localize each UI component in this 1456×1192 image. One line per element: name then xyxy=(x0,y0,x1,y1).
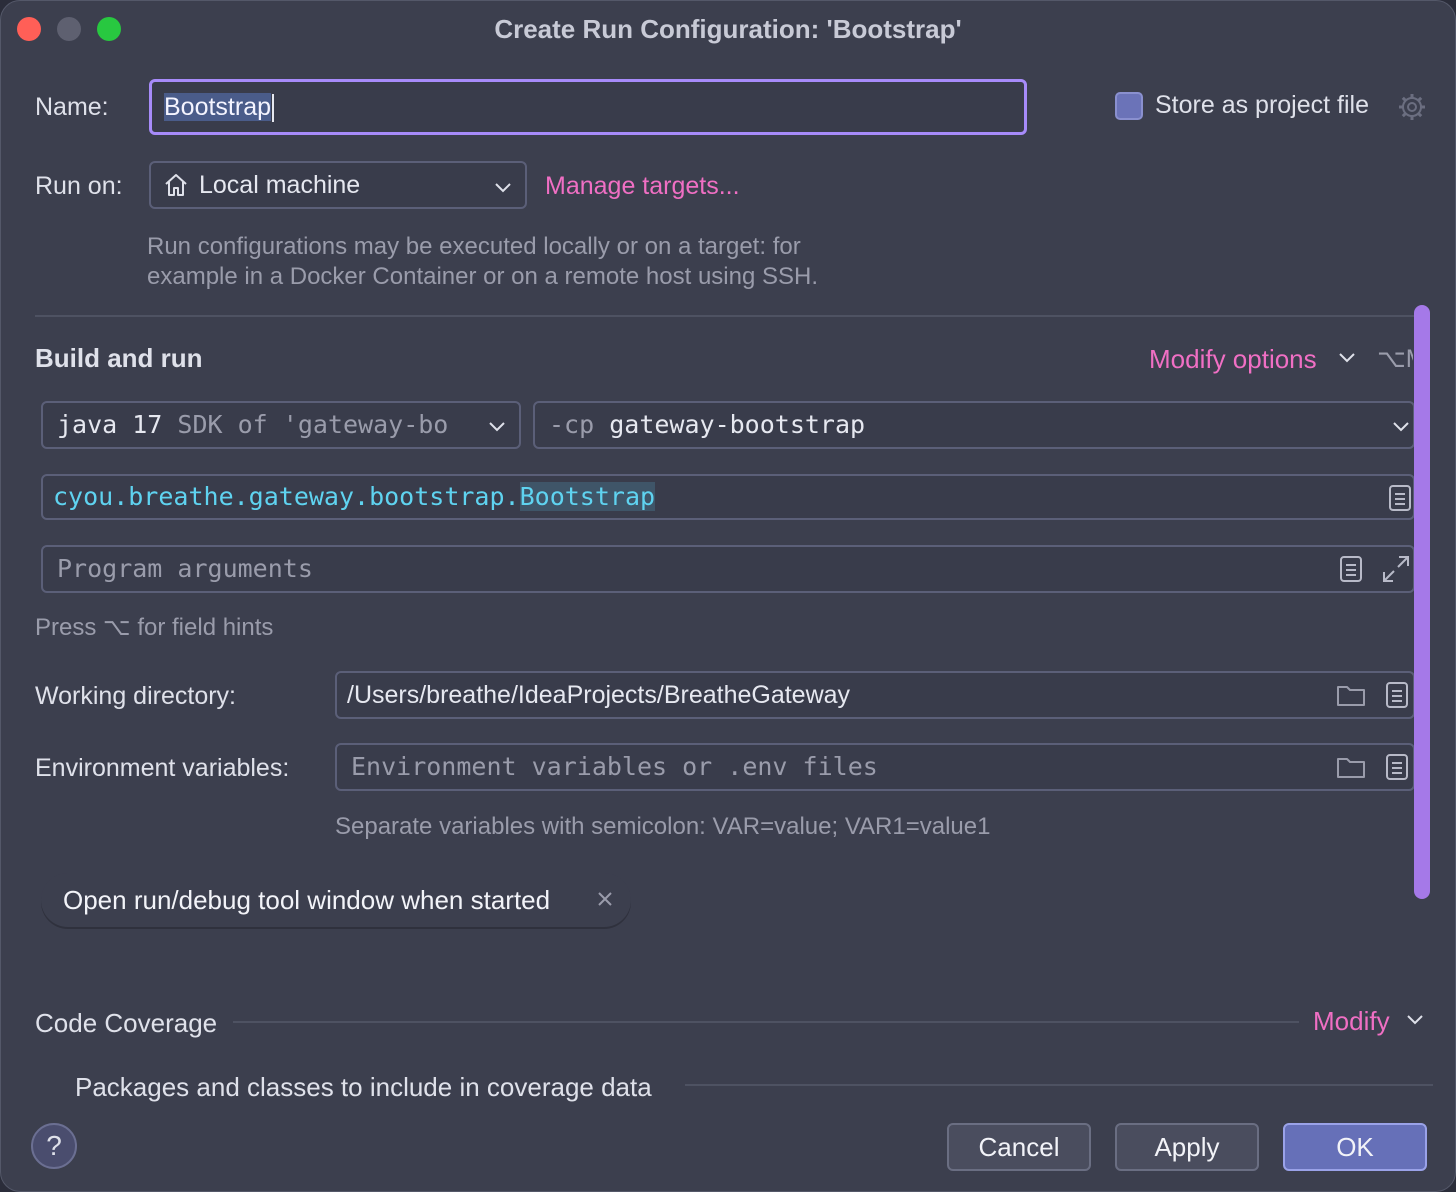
folder-icon[interactable] xyxy=(1336,755,1366,779)
list-icon[interactable] xyxy=(1340,556,1362,582)
working-directory-input[interactable]: /Users/breathe/IdeaProjects/BreatheGatew… xyxy=(335,671,1415,719)
build-and-run-title: Build and run xyxy=(35,343,203,373)
field-hints-text: Press ⌥ for field hints xyxy=(35,614,274,641)
manage-targets-link[interactable]: Manage targets... xyxy=(545,172,740,201)
cancel-button[interactable]: Cancel xyxy=(947,1123,1091,1171)
program-arguments-placeholder: Program arguments xyxy=(57,554,313,583)
window-title: Create Run Configuration: 'Bootstrap' xyxy=(494,14,962,44)
gear-icon[interactable] xyxy=(1397,92,1427,122)
list-icon[interactable] xyxy=(1389,485,1411,511)
main-class-package: cyou.breathe.gateway.bootstrap. xyxy=(53,482,520,511)
scrollbar[interactable] xyxy=(1414,305,1430,899)
classpath-dropdown[interactable]: -cp gateway-bootstrap xyxy=(533,401,1415,449)
name-input-value: Bootstrap xyxy=(164,93,272,121)
section-divider xyxy=(35,315,1415,317)
store-as-project-file-label: Store as project file xyxy=(1155,91,1369,119)
environment-variables-input[interactable]: Environment variables or .env files xyxy=(335,743,1415,791)
text-caret xyxy=(272,94,275,123)
working-directory-label: Working directory: xyxy=(35,682,236,710)
environment-variables-placeholder: Environment variables or .env files xyxy=(351,752,878,781)
code-coverage-title: Code Coverage xyxy=(35,1008,218,1038)
chevron-down-icon xyxy=(1393,422,1409,432)
name-label: Name: xyxy=(35,93,109,121)
environment-variables-hint: Separate variables with semicolon: VAR=v… xyxy=(335,813,991,840)
list-icon[interactable] xyxy=(1386,754,1408,780)
run-on-hint-line2: example in a Docker Container or on a re… xyxy=(147,263,819,290)
modify-options-link[interactable]: Modify options xyxy=(1149,344,1317,375)
folder-icon[interactable] xyxy=(1336,683,1366,707)
code-coverage-modify-link[interactable]: Modify xyxy=(1313,1006,1390,1037)
jdk-version: java 17 xyxy=(57,410,163,439)
classpath-module: gateway-bootstrap xyxy=(609,410,866,439)
name-input[interactable]: Bootstrap xyxy=(149,79,1027,135)
apply-button[interactable]: Apply xyxy=(1115,1123,1259,1171)
run-on-label: Run on: xyxy=(35,172,123,200)
close-icon[interactable] xyxy=(595,889,615,909)
jdk-description: SDK of 'gateway-bo xyxy=(177,410,449,439)
expand-icon[interactable] xyxy=(1381,554,1411,584)
program-arguments-input[interactable]: Program arguments xyxy=(41,545,1415,593)
main-class-name: Bootstrap xyxy=(519,482,656,511)
modify-options-shortcut: ⌥M xyxy=(1377,345,1413,373)
environment-variables-label: Environment variables: xyxy=(35,754,290,782)
coverage-packages-divider xyxy=(685,1084,1433,1086)
run-on-hint-line1: Run configurations may be executed local… xyxy=(147,233,801,260)
chevron-down-icon xyxy=(1339,353,1355,363)
code-coverage-divider xyxy=(233,1021,1299,1023)
working-directory-value: /Users/breathe/IdeaProjects/BreatheGatew… xyxy=(347,681,851,709)
home-icon xyxy=(165,174,187,196)
run-configuration-dialog: Create Run Configuration: 'Bootstrap' Na… xyxy=(0,0,1456,1192)
coverage-packages-label: Packages and classes to include in cover… xyxy=(75,1072,652,1102)
classpath-flag: -cp xyxy=(549,410,595,439)
title-bar: Create Run Configuration: 'Bootstrap' xyxy=(1,1,1455,57)
help-button[interactable]: ? xyxy=(31,1123,77,1169)
open-tool-window-label: Open run/debug tool window when started xyxy=(63,885,551,915)
list-icon[interactable] xyxy=(1386,682,1408,708)
store-as-project-file-checkbox[interactable] xyxy=(1115,92,1143,120)
run-on-dropdown[interactable]: Local machine xyxy=(149,161,527,209)
jdk-dropdown[interactable]: java 17 SDK of 'gateway-bo xyxy=(41,401,521,449)
open-tool-window-chip[interactable]: Open run/debug tool window when started xyxy=(41,873,631,927)
chevron-down-icon xyxy=(489,422,505,432)
chevron-down-icon xyxy=(495,183,511,193)
chevron-down-icon xyxy=(1407,1015,1423,1025)
ok-button[interactable]: OK xyxy=(1283,1123,1427,1171)
main-class-input[interactable]: cyou.breathe.gateway.bootstrap.Bootstrap xyxy=(41,474,1415,520)
run-on-selected: Local machine xyxy=(199,171,361,199)
